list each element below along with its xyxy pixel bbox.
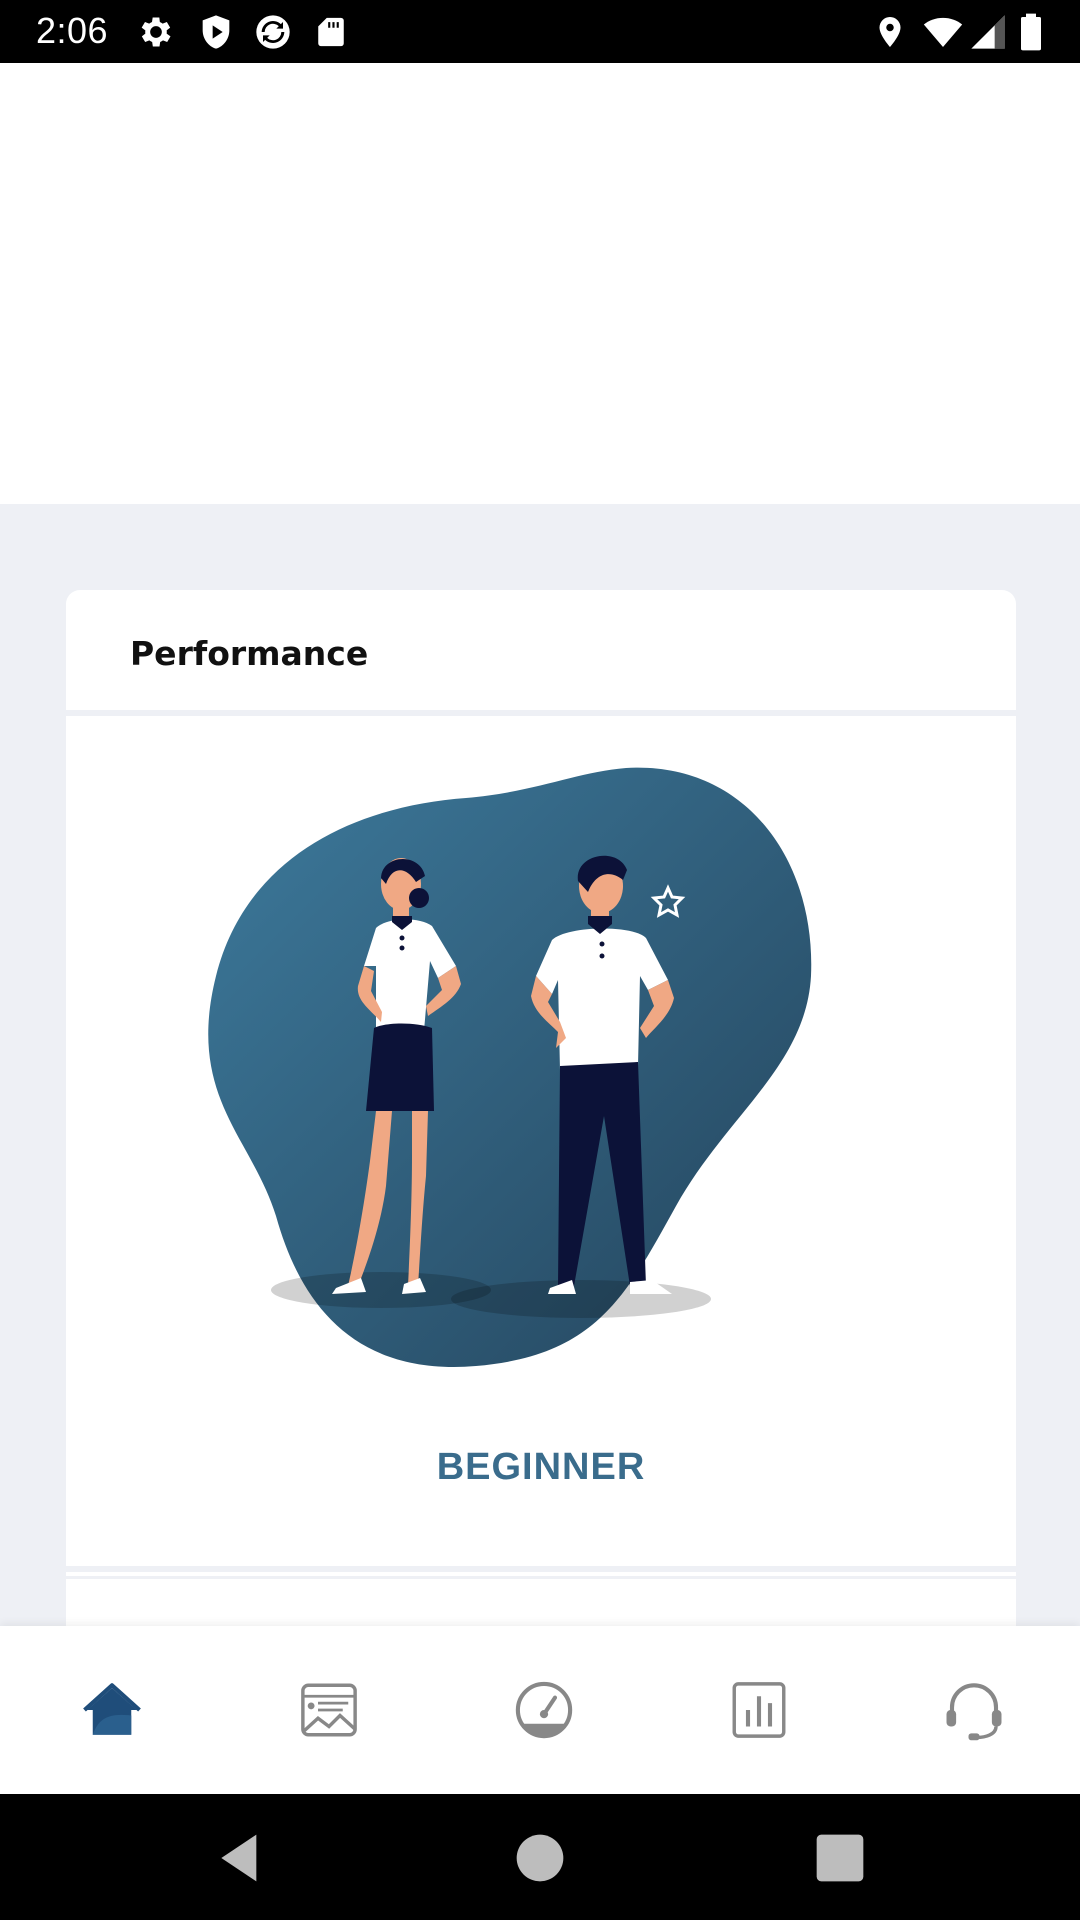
bar-chart-icon [732, 1682, 786, 1738]
system-navigation-bar [0, 1794, 1080, 1920]
two-people-standing-illustration [208, 767, 812, 1367]
speedometer-icon [515, 1681, 573, 1739]
top-content-area [0, 63, 1080, 504]
card-divider-bottom [66, 1566, 1016, 1572]
recents-icon[interactable] [812, 1830, 868, 1886]
nav-item-gallery[interactable] [221, 1626, 437, 1794]
level-label: BEGINNER [436, 1446, 646, 1488]
gear-icon [141, 17, 171, 47]
nav-item-support[interactable] [866, 1626, 1080, 1794]
status-bar: 2:06 [0, 0, 1080, 63]
wifi-icon [923, 17, 963, 47]
performance-card: Performance BEGINNER [66, 590, 1016, 1630]
status-time: 2:06 [36, 10, 109, 51]
gallery-icon [301, 1683, 357, 1737]
headset-icon [946, 1683, 1002, 1741]
back-icon[interactable] [212, 1830, 268, 1886]
battery-icon [1021, 13, 1041, 51]
home-icon [83, 1683, 141, 1735]
home-circle-icon[interactable] [512, 1830, 568, 1886]
card-divider [66, 710, 1016, 716]
location-icon [879, 17, 901, 47]
card-title: Performance [130, 634, 369, 673]
nav-item-bar-chart[interactable] [651, 1626, 867, 1794]
nav-item-speedometer[interactable] [436, 1626, 652, 1794]
nav-item-home[interactable] [4, 1626, 220, 1794]
shield-play-icon [202, 15, 230, 49]
bottom-navigation [0, 1626, 1080, 1794]
card-divider-bottom-2 [66, 1576, 1016, 1579]
card-header: Performance [66, 590, 1016, 710]
signal-icon [971, 15, 1005, 49]
sd-card-icon [318, 17, 344, 47]
sync-icon [256, 15, 290, 49]
